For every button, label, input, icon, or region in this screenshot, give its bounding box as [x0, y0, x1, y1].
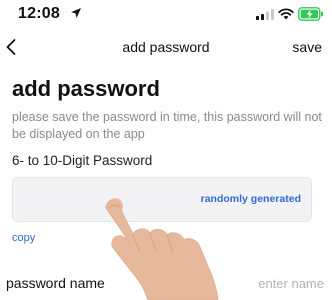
save-notice-text: please save the password in time, this p… [12, 110, 322, 141]
randomly-generated-button[interactable]: randomly generated [201, 193, 301, 205]
battery-charging-icon [298, 7, 323, 21]
location-arrow-icon [71, 8, 81, 18]
wifi-icon [278, 8, 294, 20]
navigation-bar: add password save [0, 32, 332, 62]
password-name-label: password name [6, 275, 105, 291]
copy-button[interactable]: copy [12, 232, 35, 244]
password-name-row: password name [0, 268, 332, 298]
save-button[interactable]: save [292, 39, 322, 55]
page-title: add password [12, 76, 160, 101]
password-name-input[interactable] [174, 272, 324, 294]
status-bar: 12:08 [0, 0, 332, 26]
nav-title: add password [122, 39, 210, 55]
cellular-signal-icon [256, 9, 274, 20]
password-field-label: 6- to 10-Digit Password [12, 153, 153, 168]
status-time: 12:08 [18, 5, 60, 22]
password-field[interactable]: randomly generated [12, 177, 312, 222]
